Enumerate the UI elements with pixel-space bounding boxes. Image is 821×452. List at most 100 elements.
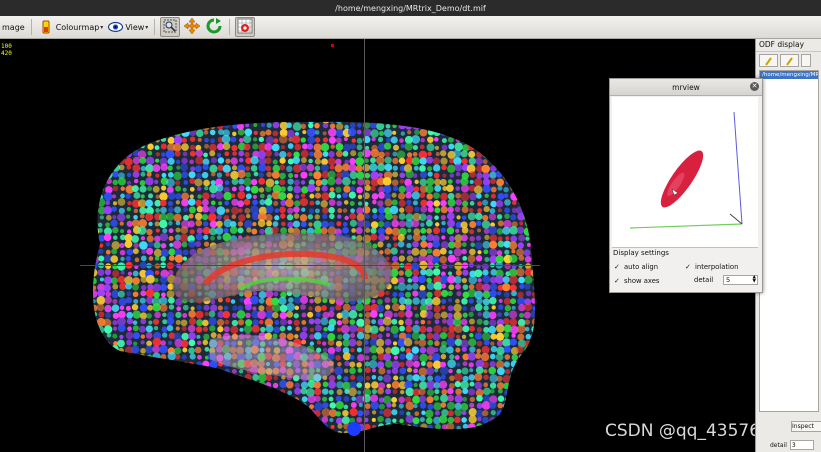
odf-glyph <box>427 166 433 172</box>
odf-glyph <box>386 243 392 248</box>
odf-glyph <box>497 291 502 296</box>
odf-glyph <box>210 200 216 206</box>
odf-glyph <box>469 136 477 144</box>
odf-glyph <box>293 319 300 326</box>
odf-glyph <box>251 424 259 432</box>
odf-glyph <box>300 123 307 130</box>
odf-glyph <box>182 403 189 410</box>
odf-glyph <box>244 151 250 158</box>
odf-glyph <box>456 425 461 431</box>
odf-glyph <box>252 397 258 403</box>
odf-glyph <box>188 402 195 410</box>
open-image-button[interactable] <box>759 54 778 67</box>
odf-glyph <box>251 324 260 333</box>
odf-glyph <box>195 121 203 124</box>
odf-glyph <box>293 397 299 403</box>
odf-glyph <box>99 389 104 394</box>
odf-glyph <box>286 333 294 341</box>
odf-glyph <box>236 402 245 412</box>
odf-glyph <box>377 136 384 143</box>
spin-arrows-icon[interactable]: ▲ ▼ <box>753 275 757 285</box>
odf-glyph <box>337 361 342 367</box>
odf-image-list[interactable]: /home/mengxing/MRtrix_Demo/dt.mif <box>759 70 819 412</box>
odf-glyph <box>82 163 90 171</box>
odf-glyph <box>313 150 323 159</box>
odf-glyph <box>85 153 90 158</box>
odf-glyph <box>286 408 295 417</box>
odf-glyph <box>239 327 244 332</box>
show-axes-checkbox[interactable]: ✓ show axes <box>614 277 659 285</box>
odf-glyph <box>392 144 399 151</box>
odf-glyph <box>245 123 250 128</box>
odf-glyph <box>231 144 238 152</box>
odf-glyph <box>264 213 273 222</box>
auto-align-checkbox[interactable]: ✓ auto align <box>614 263 658 271</box>
odf-glyph <box>483 143 489 149</box>
odf-glyph <box>117 324 126 332</box>
inspect-button[interactable]: Inspect <box>791 421 821 432</box>
inspect-label: Inspect <box>792 423 814 430</box>
odf-glyph <box>432 255 440 264</box>
odf-glyph <box>294 403 300 409</box>
view-menu-label: View <box>125 22 145 32</box>
close-icon[interactable]: ✕ <box>750 82 759 91</box>
odf-glyph <box>84 222 89 227</box>
move-button[interactable] <box>182 17 202 37</box>
odf-glyph <box>434 312 441 320</box>
rotate-button[interactable] <box>204 17 224 37</box>
odf-glyph <box>299 163 307 171</box>
odf-glyph <box>196 129 204 138</box>
odf-glyph <box>418 339 427 347</box>
odf-glyph <box>112 171 119 178</box>
odf-glyph <box>539 227 546 234</box>
odf-glyph <box>167 269 174 276</box>
odf-glyph <box>355 303 364 312</box>
odf-tool-button[interactable] <box>235 17 256 37</box>
odf-glyph <box>160 163 168 171</box>
odf-glyph <box>83 325 91 333</box>
odf-glyph <box>405 424 412 431</box>
odf-glyph <box>287 116 292 121</box>
odf-glyph <box>140 123 147 130</box>
odf-glyph <box>467 423 476 432</box>
odf-glyph <box>321 341 327 346</box>
edit-image-button[interactable] <box>780 54 799 67</box>
odf-preview-viewport[interactable] <box>612 97 758 247</box>
odf-glyph <box>433 200 441 207</box>
odf-glyph <box>195 233 203 241</box>
zoom-region-button[interactable] <box>160 17 181 37</box>
odf-glyph <box>426 396 434 404</box>
odf-glyph <box>132 164 141 173</box>
interpolation-checkbox[interactable]: ✓ interpolation <box>685 263 738 271</box>
odf-glyph <box>321 220 329 229</box>
odf-glyph <box>125 282 133 290</box>
odf-glyph <box>335 142 344 151</box>
odf-glyph <box>384 212 393 220</box>
detail-spinbox[interactable]: 5 ▲ ▼ <box>723 275 758 285</box>
close-image-button[interactable] <box>801 54 811 67</box>
odf-glyph <box>92 226 100 236</box>
odf-glyph <box>357 116 363 122</box>
odf-glyph <box>118 367 125 373</box>
odf-glyph <box>468 431 475 434</box>
colourmap-menu[interactable]: Colourmap ▾ <box>36 17 106 37</box>
odf-image-list-item[interactable]: /home/mengxing/MRtrix_Demo/dt.mif <box>760 71 818 79</box>
odf-glyph <box>539 129 546 136</box>
image-menu[interactable]: mage <box>0 17 27 37</box>
odf-detail-spinbox[interactable] <box>789 440 814 450</box>
odf-glyph <box>384 248 392 255</box>
odf-glyph <box>490 200 497 208</box>
odf-glyph <box>427 424 433 431</box>
odf-glyph <box>145 177 154 186</box>
odf-glyph <box>384 163 393 172</box>
odf-glyph <box>180 226 189 234</box>
view-menu[interactable]: View ▾ <box>105 17 150 37</box>
odf-glyph <box>161 185 167 191</box>
odf-glyph <box>477 416 482 422</box>
odf-glyph <box>462 256 468 261</box>
odf-glyph <box>85 195 89 199</box>
odf-glyph <box>440 199 447 207</box>
odf-glyph <box>112 179 119 186</box>
odf-glyph <box>348 310 358 319</box>
odf-glyph <box>230 425 236 431</box>
